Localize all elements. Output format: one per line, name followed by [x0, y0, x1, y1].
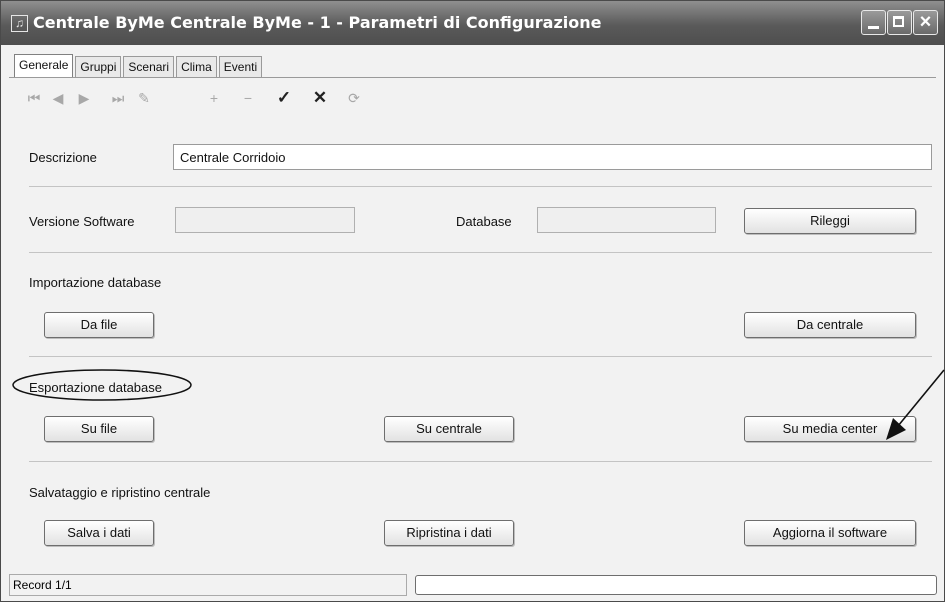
- da-centrale-button[interactable]: Da centrale: [744, 312, 916, 338]
- tab-bar: Generale Gruppi Scenari Clima Eventi: [14, 54, 264, 77]
- app-icon: ♫: [11, 15, 28, 32]
- maximize-icon: [893, 16, 904, 27]
- descrizione-input[interactable]: [173, 144, 932, 170]
- tab-eventi[interactable]: Eventi: [218, 56, 263, 77]
- remove-record-icon[interactable]: −: [239, 87, 257, 109]
- edit-record-icon[interactable]: ✎: [135, 87, 153, 109]
- database-field: [537, 207, 716, 233]
- first-record-icon[interactable]: ⏮: [25, 87, 43, 109]
- versione-software-field: [175, 207, 355, 233]
- next-record-icon[interactable]: ▶: [75, 87, 93, 109]
- close-button[interactable]: ×: [913, 10, 938, 35]
- divider: [29, 356, 932, 357]
- salvataggio-title: Salvataggio e ripristino centrale: [29, 485, 211, 500]
- versione-software-label: Versione Software: [29, 214, 135, 229]
- window-title: Centrale ByMe Centrale ByMe - 1 - Parame…: [33, 13, 602, 32]
- config-window: ♫ Centrale ByMe Centrale ByMe - 1 - Para…: [0, 0, 945, 602]
- minimize-button[interactable]: [861, 10, 886, 35]
- su-media-center-button[interactable]: Su media center: [744, 416, 916, 442]
- esportazione-title: Esportazione database: [29, 380, 162, 395]
- su-centrale-button[interactable]: Su centrale: [384, 416, 514, 442]
- da-file-button[interactable]: Da file: [44, 312, 154, 338]
- aggiorna-software-button[interactable]: Aggiorna il software: [744, 520, 916, 546]
- su-file-button[interactable]: Su file: [44, 416, 154, 442]
- divider: [29, 252, 932, 253]
- ripristina-dati-button[interactable]: Ripristina i dati: [384, 520, 514, 546]
- descrizione-label: Descrizione: [29, 150, 97, 165]
- title-bar: ♫ Centrale ByMe Centrale ByMe - 1 - Para…: [1, 1, 944, 45]
- maximize-button[interactable]: [887, 10, 912, 35]
- tab-scenari[interactable]: Scenari: [123, 56, 175, 77]
- salva-dati-button[interactable]: Salva i dati: [44, 520, 154, 546]
- importazione-title: Importazione database: [29, 275, 162, 290]
- rileggi-button[interactable]: Rileggi: [744, 208, 916, 234]
- add-record-icon[interactable]: +: [205, 87, 223, 109]
- tab-panel-border: [9, 77, 936, 78]
- minimize-icon: [868, 26, 879, 29]
- confirm-icon[interactable]: ✓: [275, 87, 293, 109]
- previous-record-icon[interactable]: ◀: [49, 87, 67, 109]
- status-bar: Record 1/1: [9, 574, 937, 596]
- refresh-icon[interactable]: ⟳: [345, 87, 363, 109]
- tab-clima[interactable]: Clima: [176, 56, 217, 77]
- close-icon: ×: [919, 11, 932, 33]
- divider: [29, 461, 932, 462]
- last-record-icon[interactable]: ⏭: [109, 87, 127, 109]
- tab-generale[interactable]: Generale: [14, 54, 74, 77]
- database-label: Database: [456, 214, 512, 229]
- cancel-icon[interactable]: ✕: [311, 87, 329, 109]
- progress-bar: [415, 575, 937, 595]
- record-counter: Record 1/1: [9, 574, 407, 596]
- tab-gruppi[interactable]: Gruppi: [75, 56, 122, 77]
- divider: [29, 186, 932, 187]
